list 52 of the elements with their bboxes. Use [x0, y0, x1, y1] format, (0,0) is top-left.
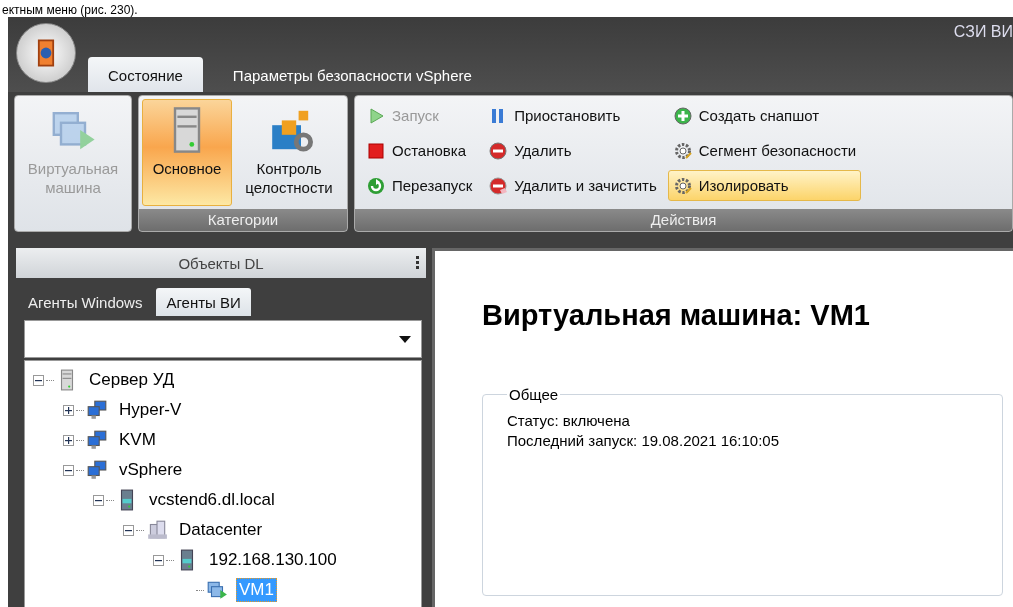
tree-item[interactable]: Datacenter — [176, 518, 266, 542]
minus-circle-icon — [488, 140, 509, 161]
expand-icon[interactable] — [63, 434, 74, 446]
action-button[interactable]: Удалить и зачистить — [483, 170, 662, 201]
tree-item[interactable]: vSphere — [116, 458, 186, 482]
caret-icon — [399, 335, 411, 343]
window-title: СЗИ ВИ — [953, 23, 1013, 42]
vm-icon — [206, 579, 228, 601]
action-button[interactable]: Удалить — [483, 135, 662, 166]
group-label: Действия — [355, 209, 1012, 231]
info-text: Последний запуск: 19.08.2021 16:10:05 — [507, 431, 781, 451]
monitors-icon — [86, 399, 108, 421]
action-button[interactable]: Приостановить — [483, 100, 662, 131]
ribbon-button[interactable]: Основное — [142, 99, 232, 206]
action-button[interactable]: Создать снапшот — [667, 100, 862, 131]
buildings-icon — [146, 519, 168, 541]
panel-tab[interactable]: Агенты Windows — [18, 288, 153, 316]
monitors-icon — [86, 429, 108, 451]
gear-icon — [672, 140, 693, 161]
expand-icon[interactable] — [63, 404, 74, 416]
action-button[interactable]: Остановка — [361, 135, 478, 166]
page-heading: Виртуальная машина: VM1 — [482, 299, 870, 332]
collapse-icon[interactable] — [93, 494, 104, 506]
collapse-icon[interactable] — [33, 374, 44, 386]
panel-title: Объекты DL — [178, 254, 264, 272]
restart-icon — [366, 175, 386, 196]
plus-circle-icon — [672, 105, 693, 126]
monitors-icon — [86, 459, 108, 481]
tree-item[interactable]: KVM — [116, 428, 159, 452]
collapse-icon[interactable] — [123, 524, 134, 536]
ribbon-button[interactable]: Контроль целостности — [234, 99, 344, 206]
panel-tab[interactable]: Агенты ВИ — [156, 288, 251, 316]
dropdown-field[interactable] — [24, 320, 422, 358]
collapse-icon[interactable] — [153, 554, 164, 566]
more-icon[interactable] — [416, 256, 420, 270]
eraser-icon — [488, 175, 509, 196]
info-text: Статус: включена — [507, 411, 631, 431]
tree-item[interactable]: Hyper-V — [116, 398, 185, 422]
tree-item[interactable]: 192.168.130.100 — [206, 548, 340, 572]
ribbon-tab[interactable]: Параметры безопасности vSphere — [212, 57, 492, 92]
tree-item[interactable]: Сервер УД — [86, 368, 178, 392]
collapse-icon[interactable] — [63, 464, 74, 476]
action-button[interactable]: Изолировать — [667, 170, 862, 201]
action-button[interactable]: Сегмент безопасности — [667, 135, 862, 166]
stop-icon — [366, 140, 386, 161]
document-text: ектным меню (рис. 230). — [1, 3, 138, 18]
gear-icon — [672, 175, 693, 196]
group-title: Общее — [508, 386, 560, 403]
group-label: Категории — [139, 209, 347, 231]
tree-item[interactable]: vcstend6.dl.local — [146, 488, 278, 512]
ribbon-tab[interactable]: Состояние — [88, 57, 203, 92]
action-button[interactable]: Перезапуск — [361, 170, 478, 201]
